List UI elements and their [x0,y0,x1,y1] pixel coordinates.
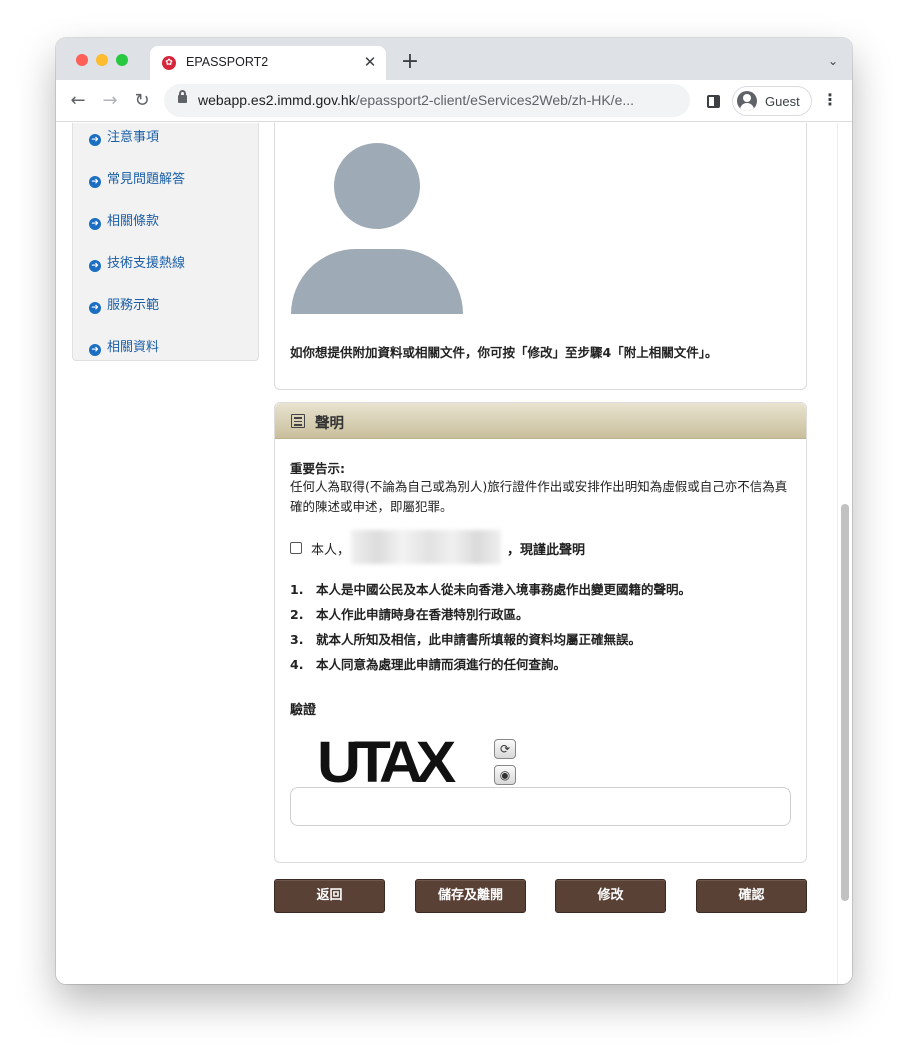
declaration-header: 聲明 [275,403,806,439]
sidebar-item-label: 服務示範 [107,298,160,313]
arrow-circle-icon: ➜ [89,134,101,146]
browser-window: ✿ EPASSPORT2 ✕ + ⌄ ← → ↻ webapp.es2.immd… [56,38,852,984]
verification-label: 驗證 [290,703,317,718]
url-path: /epassport2-client/eServices2Web/zh-HK/e… [355,92,635,108]
page-viewport: ➜ 注意事項 ➜ 常見問題解答 ➜ 相關條款 ➜ 技術支援熱線 ➜ 服務示範 ➜ 相關資料 … [56,123,852,984]
warning-text: 任何人為取得(不論為自己或為別人)旅行證件作出或安排作出明知為虛假或自己亦不信為… [290,479,788,514]
url-text[interactable]: webapp.es2.immd.gov.hk/epassport2-client… [198,92,634,108]
declaration-card: 聲明 重要告示: 任何人為取得(不論為自己或為別人)旅行證件作出或安排作出明知為… [274,402,807,863]
sidebar: ➜ 注意事項 ➜ 常見問題解答 ➜ 相關條款 ➜ 技術支援熱線 ➜ 服務示範 ➜ 相關資料 [72,123,259,361]
sidebar-item-faq[interactable]: ➜ 常見問題解答 [89,170,185,190]
item-text: 本人是中國公民及本人從未向香港入境事務處作出變更國籍的聲明。 [316,582,692,597]
arrow-circle-icon: ➜ [89,260,101,272]
declaration-item: 2. 本人作此申請時身在香港特別行政區。 [290,604,529,623]
tab-title: EPASSPORT2 [186,55,269,69]
item-number: 3. [290,632,304,647]
menu-dots-icon[interactable]: ⋮ [822,92,838,108]
sidebar-item-related-info[interactable]: ➜ 相關資料 [89,338,159,358]
reload-icon[interactable]: ↻ [130,90,154,112]
declaration-item: 3. 就本人所知及相信，此申請書所填報的資料均屬正確無誤。 [290,629,641,648]
forward-arrow-icon[interactable]: → [98,90,122,112]
vertical-scrollbar[interactable] [837,123,852,984]
audio-captcha-icon[interactable]: ◉ [494,765,516,785]
checkbox-label-suffix: ，現謹此聲明 [507,543,586,558]
arrow-circle-icon: ➜ [89,176,101,188]
close-tab-icon[interactable]: ✕ [360,52,380,72]
browser-toolbar: ← → ↻ webapp.es2.immd.gov.hk/epassport2-… [56,80,852,122]
warning-title: 重要告示: [290,461,345,476]
confirm-button[interactable]: 確認 [696,879,807,913]
minimize-window-button[interactable] [96,54,108,66]
item-number: 4. [290,657,304,672]
address-bar[interactable]: webapp.es2.immd.gov.hk/epassport2-client… [164,84,690,117]
tab-search-chevron-icon[interactable]: ⌄ [828,54,838,68]
item-number: 2. [290,607,304,622]
sidebar-item-terms[interactable]: ➜ 相關條款 [89,212,159,232]
redacted-name [351,530,501,564]
profile-label: Guest [765,94,800,109]
declaration-title: 聲明 [315,416,344,432]
browser-tab[interactable]: ✿ EPASSPORT2 ✕ [150,46,386,80]
hk-emblem-icon: ✿ [162,56,176,70]
sidebar-item-label: 技術支援熱線 [107,256,186,271]
declaration-item: 1. 本人是中國公民及本人從未向香港入境事務處作出變更國籍的聲明。 [290,579,691,598]
sidebar-item-label: 常見問題解答 [107,172,186,187]
captcha-image: UTAX [317,737,456,789]
profile-button[interactable]: Guest [732,86,812,116]
checkbox-label-prefix: 本人， [311,543,351,558]
new-tab-icon[interactable]: + [398,51,422,75]
back-button[interactable]: 返回 [274,879,385,913]
sidebar-item-label: 相關條款 [107,214,160,229]
refresh-captcha-icon[interactable]: ⟳ [494,739,516,759]
photo-card: 如你想提供附加資料或相關文件，你可按「修改」至步驟4「附上相關文件」。 [274,123,807,390]
arrow-circle-icon: ➜ [89,218,101,230]
item-text: 就本人所知及相信，此申請書所填報的資料均屬正確無誤。 [316,632,642,647]
close-window-button[interactable] [76,54,88,66]
arrow-circle-icon: ➜ [89,344,101,356]
back-arrow-icon[interactable]: ← [66,90,90,112]
sidebar-item-label: 注意事項 [107,130,160,145]
sidebar-item-support-hotline[interactable]: ➜ 技術支援熱線 [89,254,185,274]
list-document-icon [291,414,305,428]
arrow-circle-icon: ➜ [89,302,101,314]
person-placeholder-icon [334,143,420,229]
item-text: 本人作此申請時身在香港特別行政區。 [316,607,529,622]
person-placeholder-body [291,249,463,314]
tab-strip: ✿ EPASSPORT2 ✕ + ⌄ [56,38,852,80]
sidebar-item-demo[interactable]: ➜ 服務示範 [89,296,159,316]
sidebar-item-notes[interactable]: ➜ 注意事項 [89,128,159,148]
sidebar-item-label: 相關資料 [107,340,160,355]
modify-button[interactable]: 修改 [555,879,666,913]
lock-icon[interactable] [178,90,187,103]
zoom-window-button[interactable] [116,54,128,66]
avatar-icon [737,91,757,111]
scrollbar-thumb[interactable] [841,504,849,901]
captcha-input[interactable] [290,787,791,826]
side-panel-icon[interactable] [707,95,720,108]
item-text: 本人同意為處理此申請而須進行的任何查詢。 [316,657,567,672]
url-host: webapp.es2.immd.gov.hk [198,92,356,108]
item-number: 1. [290,582,304,597]
save-and-exit-button[interactable]: 儲存及離開 [415,879,526,913]
declaration-checkbox[interactable] [290,542,302,554]
photo-card-note: 如你想提供附加資料或相關文件，你可按「修改」至步驟4「附上相關文件」。 [290,345,718,360]
declaration-item: 4. 本人同意為處理此申請而須進行的任何查詢。 [290,654,566,673]
